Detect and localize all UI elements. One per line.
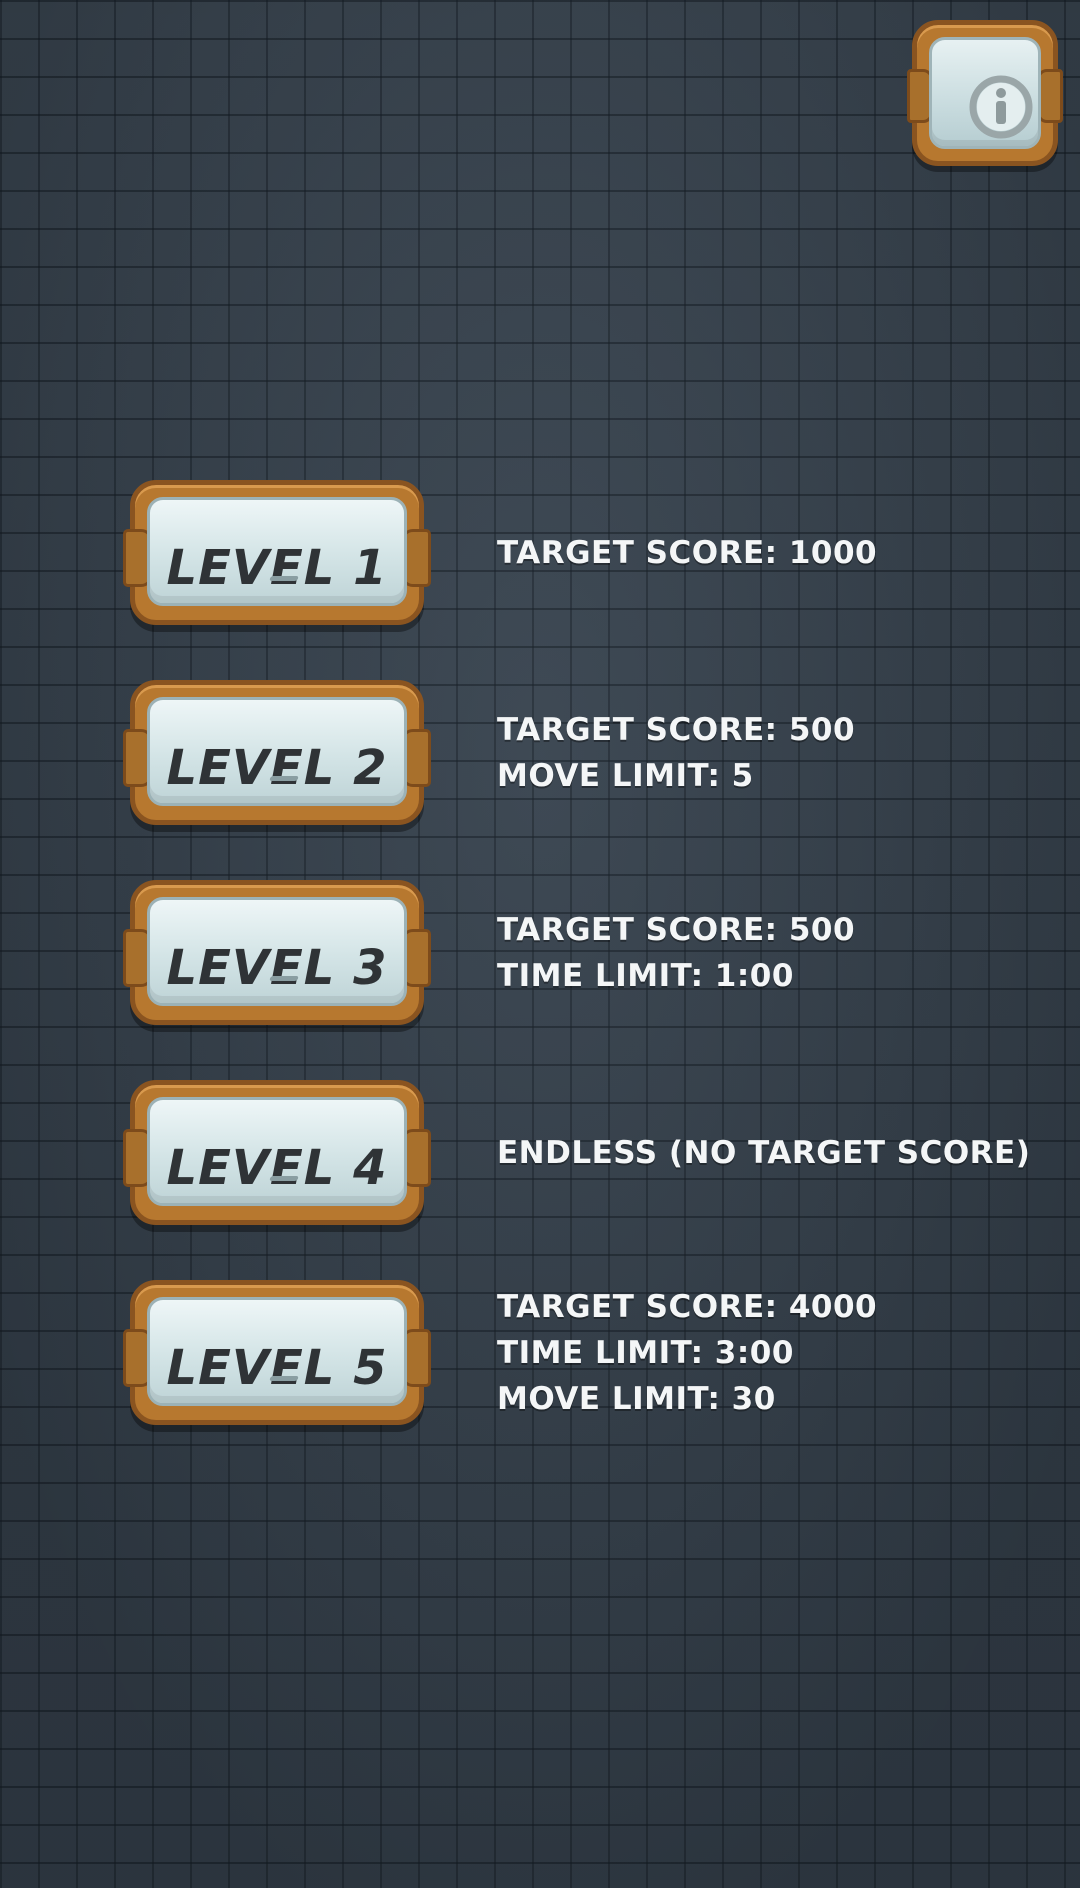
level-1-button[interactable]: LEVEL 1 [123, 480, 431, 625]
level-4-info: ENDLESS (NO TARGET SCORE) [497, 1080, 1037, 1225]
plate-crack [269, 776, 299, 781]
level-button-plate: LEVEL 3 [147, 897, 407, 1006]
level-row-2: LEVEL 2 TARGET SCORE: 500 MOVE LIMIT: 5 [123, 680, 1030, 825]
level-row-3: LEVEL 3 TARGET SCORE: 500 TIME LIMIT: 1:… [123, 880, 1030, 1025]
level-label: LEVEL 1 [166, 540, 388, 596]
level-label: LEVEL 4 [166, 1140, 388, 1196]
level-row-4: LEVEL 4 ENDLESS (NO TARGET SCORE) [123, 1080, 1030, 1225]
level-info-line: TIME LIMIT: 3:00 [497, 1334, 794, 1371]
level-3-button[interactable]: LEVEL 3 [123, 880, 431, 1025]
level-info-line: MOVE LIMIT: 30 [497, 1380, 776, 1417]
level-label: LEVEL 5 [166, 1340, 388, 1396]
level-4-button[interactable]: LEVEL 4 [123, 1080, 431, 1225]
level-row-5: LEVEL 5 TARGET SCORE: 4000 TIME LIMIT: 3… [123, 1280, 1030, 1425]
level-button-plate: LEVEL 5 [147, 1297, 407, 1406]
level-info-line: ENDLESS (NO TARGET SCORE) [497, 1134, 1031, 1171]
level-2-button[interactable]: LEVEL 2 [123, 680, 431, 825]
level-info-line: TARGET SCORE: 1000 [497, 534, 878, 571]
level-info-line: TARGET SCORE: 4000 [497, 1288, 878, 1325]
level-button-plate: LEVEL 1 [147, 497, 407, 606]
plate-crack [269, 576, 299, 581]
level-button-plate: LEVEL 2 [147, 697, 407, 806]
plate-crack [269, 1376, 299, 1381]
plate-crack [269, 1176, 299, 1181]
level-info-line: TIME LIMIT: 1:00 [497, 957, 794, 994]
info-button[interactable] [907, 20, 1063, 166]
level-info-line: TARGET SCORE: 500 [497, 911, 856, 948]
level-info-line: MOVE LIMIT: 5 [497, 757, 754, 794]
level-row-1: LEVEL 1 TARGET SCORE: 1000 [123, 480, 1030, 625]
level-5-button[interactable]: LEVEL 5 [123, 1280, 431, 1425]
plate-crack [269, 976, 299, 981]
level-3-info: TARGET SCORE: 500 TIME LIMIT: 1:00 [497, 880, 1037, 1025]
info-icon [969, 75, 1033, 139]
level-label: LEVEL 2 [166, 740, 388, 796]
info-button-plate [929, 37, 1041, 149]
level-info-line: TARGET SCORE: 500 [497, 711, 856, 748]
level-5-info: TARGET SCORE: 4000 TIME LIMIT: 3:00 MOVE… [497, 1280, 1037, 1425]
level-2-info: TARGET SCORE: 500 MOVE LIMIT: 5 [497, 680, 1037, 825]
level-1-info: TARGET SCORE: 1000 [497, 480, 1037, 625]
level-label: LEVEL 3 [166, 940, 388, 996]
level-button-plate: LEVEL 4 [147, 1097, 407, 1206]
